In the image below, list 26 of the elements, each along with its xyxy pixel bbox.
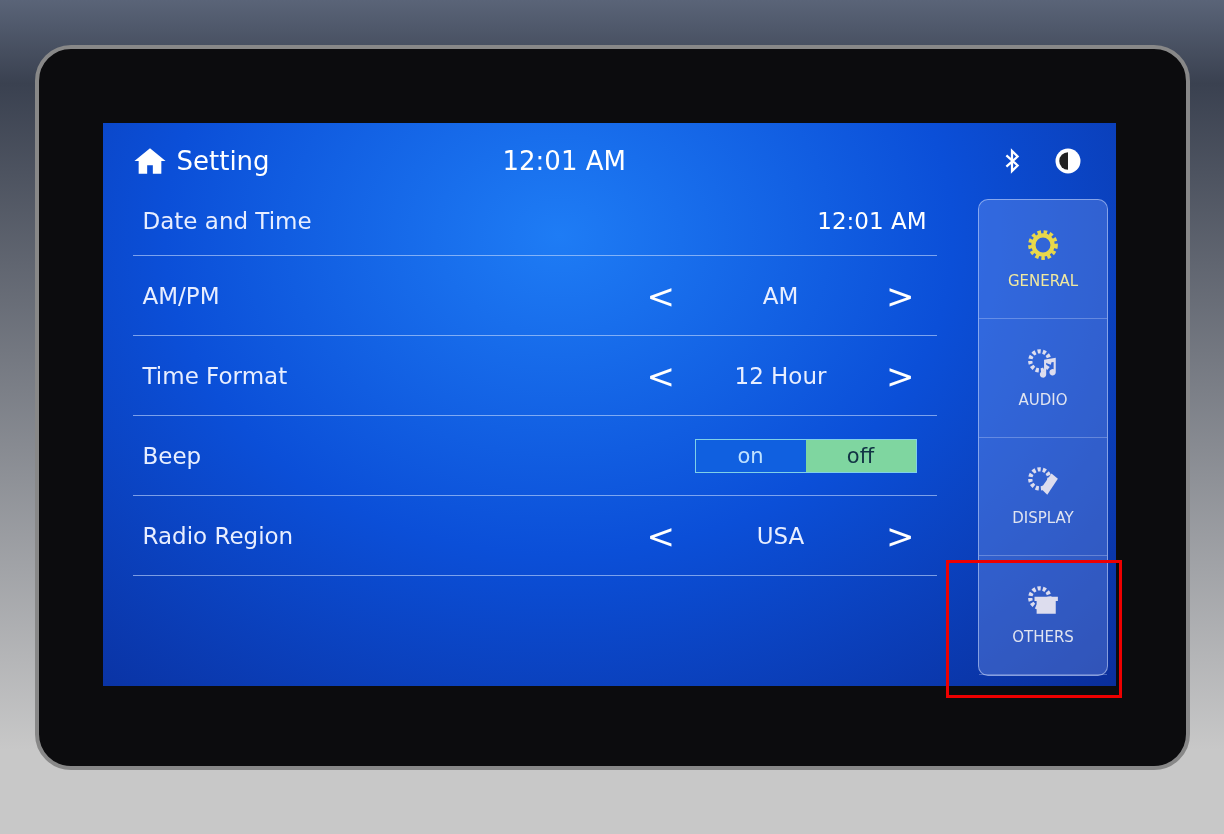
bluetooth-icon[interactable]: [1003, 147, 1021, 175]
previous-button[interactable]: <: [640, 275, 681, 316]
category-tab[interactable]: AUDIO: [979, 318, 1107, 438]
setting-value: AM: [762, 282, 799, 309]
setting-label: Date and Time: [142, 208, 313, 234]
setting-label: Radio Region: [142, 522, 295, 549]
next-button[interactable]: >: [880, 355, 921, 396]
clock: 12:01 AM: [502, 146, 626, 176]
setting-value: 12 Hour: [734, 362, 827, 389]
setting-label: AM/PM: [142, 282, 221, 309]
brightness-icon[interactable]: [1053, 146, 1083, 176]
setting-value: 12:01 AM: [817, 208, 927, 234]
screen-title: Setting: [176, 146, 270, 176]
next-button[interactable]: >: [880, 515, 921, 556]
gear-icon: [1026, 227, 1060, 262]
category-tab[interactable]: DISPLAY: [979, 437, 1107, 557]
previous-button[interactable]: <: [640, 515, 681, 556]
previous-button[interactable]: <: [640, 355, 681, 396]
toggle-option[interactable]: on: [695, 439, 806, 472]
category-tab[interactable]: GENERAL: [979, 200, 1107, 319]
category-tab[interactable]: OTHERS: [979, 556, 1107, 675]
setting-label: Time Format: [142, 362, 289, 389]
setting-label: Beep: [142, 442, 203, 469]
toggle-option[interactable]: off: [805, 439, 916, 472]
setting-value: USA: [756, 522, 805, 549]
next-button[interactable]: >: [880, 275, 921, 316]
